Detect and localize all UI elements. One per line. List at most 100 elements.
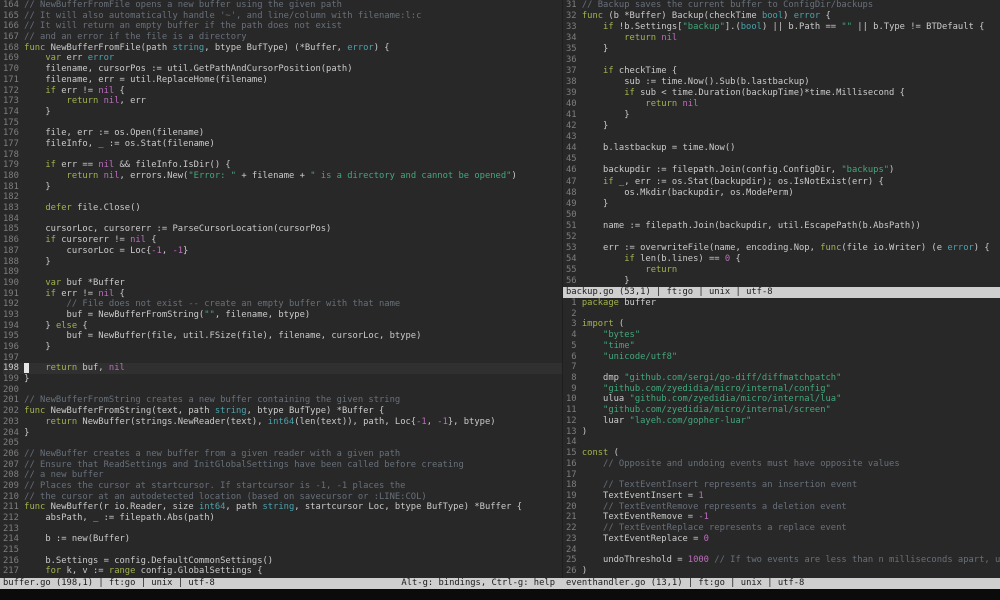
code-line[interactable]: 40 return nil [566, 99, 1000, 110]
code-line[interactable]: 185 cursorLoc, cursorerr := ParseCursorL… [3, 224, 562, 235]
code-line[interactable]: 55 return [566, 265, 1000, 276]
code-line[interactable]: 168func NewBufferFromFile(path string, b… [3, 43, 562, 54]
code-line[interactable]: 6 "unicode/utf8" [566, 352, 1000, 363]
code-line[interactable]: 211func NewBuffer(r io.Reader, size int6… [3, 502, 562, 513]
code-line[interactable]: 25 undoThreshold = 1000 // If two events… [566, 555, 1000, 566]
code-line[interactable]: 15const ( [566, 448, 1000, 459]
code-line[interactable]: 191 if err != nil { [3, 289, 562, 300]
code-line[interactable]: 35 } [566, 44, 1000, 55]
code-line[interactable]: 13) [566, 427, 1000, 438]
code-line[interactable]: 166// It will return an empty buffer if … [3, 21, 562, 32]
code-line[interactable]: 46 backupdir := filepath.Join(config.Con… [566, 165, 1000, 176]
code-line[interactable]: 5 "time" [566, 341, 1000, 352]
code-line[interactable]: 45 [566, 154, 1000, 165]
code-line[interactable]: 7 [566, 362, 1000, 373]
code-line[interactable]: 52 [566, 232, 1000, 243]
code-line[interactable]: 3import ( [566, 319, 1000, 330]
code-line[interactable]: 32func (b *Buffer) Backup(checkTime bool… [566, 11, 1000, 22]
code-line[interactable]: 172 if err != nil { [3, 86, 562, 97]
code-line[interactable]: 18 // TextEventInsert represents an inse… [566, 480, 1000, 491]
code-line[interactable]: 26) [566, 566, 1000, 577]
code-line[interactable]: 208// a new buffer [3, 470, 562, 481]
code-line[interactable]: 193 buf = NewBufferFromString("", filena… [3, 310, 562, 321]
code-line[interactable]: 198 return buf, nil [3, 363, 562, 374]
code-line[interactable]: 23 TextEventReplace = 0 [566, 534, 1000, 545]
code-line[interactable]: 170 filename, cursorPos := util.GetPathA… [3, 64, 562, 75]
code-line[interactable]: 203 return NewBuffer(strings.NewReader(t… [3, 417, 562, 428]
editor-pane-backup-go[interactable]: 31// Backup saves the current buffer to … [563, 0, 1000, 287]
code-line[interactable]: 34 return nil [566, 33, 1000, 44]
code-line[interactable]: 2 [566, 309, 1000, 320]
code-line[interactable]: 192 // File does not exist -- create an … [3, 299, 562, 310]
code-line[interactable]: 31// Backup saves the current buffer to … [566, 0, 1000, 11]
code-line[interactable]: 56 } [566, 276, 1000, 287]
code-line[interactable]: 195 buf = NewBuffer(file, util.FSize(fil… [3, 331, 562, 342]
code-line[interactable]: 215 [3, 545, 562, 556]
code-line[interactable]: 10 ulua "github.com/zyedidia/micro/inter… [566, 394, 1000, 405]
code-line[interactable]: 217 for k, v := range config.GlobalSetti… [3, 566, 562, 577]
code-line[interactable]: 33 if !b.Settings["backup"].(bool) || b.… [566, 22, 1000, 33]
code-line[interactable]: 47 if _, err := os.Stat(backupdir); os.I… [566, 177, 1000, 188]
code-line[interactable]: 176 file, err := os.Open(filename) [3, 128, 562, 139]
code-line[interactable]: 196 } [3, 342, 562, 353]
code-line[interactable]: 199} [3, 374, 562, 385]
code-line[interactable]: 207// Ensure that ReadSettings and InitG… [3, 460, 562, 471]
code-line[interactable]: 16 // Opposite and undoing events must h… [566, 459, 1000, 470]
code-line[interactable]: 165// It will also automatically handle … [3, 11, 562, 22]
code-line[interactable]: 174 } [3, 107, 562, 118]
code-line[interactable]: 19 TextEventInsert = 1 [566, 491, 1000, 502]
code-line[interactable]: 43 [566, 132, 1000, 143]
code-line[interactable]: 201// NewBufferFromString creates a new … [3, 395, 562, 406]
code-line[interactable]: 179 if err == nil && fileInfo.IsDir() { [3, 160, 562, 171]
code-line[interactable]: 212 absPath, _ := filepath.Abs(path) [3, 513, 562, 524]
code-line[interactable]: 49 } [566, 199, 1000, 210]
code-line[interactable]: 204} [3, 428, 562, 439]
code-line[interactable]: 51 name := filepath.Join(backupdir, util… [566, 221, 1000, 232]
code-line[interactable]: 216 b.Settings = config.DefaultCommonSet… [3, 556, 562, 567]
code-line[interactable]: 171 filename, err = util.ReplaceHome(fil… [3, 75, 562, 86]
code-line[interactable]: 50 [566, 210, 1000, 221]
code-line[interactable]: 12 luar "layeh.com/gopher-luar" [566, 416, 1000, 427]
code-line[interactable]: 41 } [566, 110, 1000, 121]
code-line[interactable]: 36 [566, 55, 1000, 66]
code-line[interactable]: 190 var buf *Buffer [3, 278, 562, 289]
code-line[interactable]: 42 } [566, 121, 1000, 132]
code-line[interactable]: 4 "bytes" [566, 330, 1000, 341]
editor-pane-eventhandler-go[interactable]: 1package buffer23import (4 "bytes"5 "tim… [563, 298, 1000, 578]
code-line[interactable]: 210// the cursor at an autodetected loca… [3, 492, 562, 503]
code-line[interactable]: 184 [3, 214, 562, 225]
code-line[interactable]: 194 } else { [3, 321, 562, 332]
code-line[interactable]: 39 if sub < time.Duration(backupTime)*ti… [566, 88, 1000, 99]
code-line[interactable]: 197 [3, 353, 562, 364]
code-line[interactable]: 169 var err error [3, 53, 562, 64]
code-line[interactable]: 177 fileInfo, _ := os.Stat(filename) [3, 139, 562, 150]
code-line[interactable]: 202func NewBufferFromString(text, path s… [3, 406, 562, 417]
code-line[interactable]: 38 sub := time.Now().Sub(b.lastbackup) [566, 77, 1000, 88]
code-line[interactable]: 1package buffer [566, 298, 1000, 309]
code-line[interactable]: 189 [3, 267, 562, 278]
code-line[interactable]: 8 dmp "github.com/sergi/go-diff/diffmatc… [566, 373, 1000, 384]
command-line[interactable] [0, 589, 1000, 600]
code-line[interactable]: 182 [3, 192, 562, 203]
code-line[interactable]: 53 err := overwriteFile(name, encoding.N… [566, 243, 1000, 254]
code-line[interactable]: 17 [566, 470, 1000, 481]
code-line[interactable]: 164// NewBufferFromFile opens a new buff… [3, 0, 562, 11]
code-line[interactable]: 11 "github.com/zyedidia/micro/internal/s… [566, 405, 1000, 416]
code-line[interactable]: 37 if checkTime { [566, 66, 1000, 77]
code-line[interactable]: 183 defer file.Close() [3, 203, 562, 214]
code-line[interactable]: 206// NewBuffer creates a new buffer fro… [3, 449, 562, 460]
code-line[interactable]: 214 b := new(Buffer) [3, 534, 562, 545]
code-line[interactable]: 22 // TextEventReplace represents a repl… [566, 523, 1000, 534]
code-line[interactable]: 213 [3, 524, 562, 535]
code-line[interactable]: 173 return nil, err [3, 96, 562, 107]
code-line[interactable]: 20 // TextEventRemove represents a delet… [566, 502, 1000, 513]
code-line[interactable]: 205 [3, 438, 562, 449]
code-line[interactable]: 187 cursorLoc = Loc{-1, -1} [3, 246, 562, 257]
code-line[interactable]: 14 [566, 437, 1000, 448]
code-line[interactable]: 186 if cursorerr != nil { [3, 235, 562, 246]
code-line[interactable]: 44 b.lastbackup = time.Now() [566, 143, 1000, 154]
code-line[interactable]: 167// and an error if the file is a dire… [3, 32, 562, 43]
code-line[interactable]: 181 } [3, 182, 562, 193]
code-line[interactable]: 175 [3, 118, 562, 129]
code-line[interactable]: 24 [566, 545, 1000, 556]
